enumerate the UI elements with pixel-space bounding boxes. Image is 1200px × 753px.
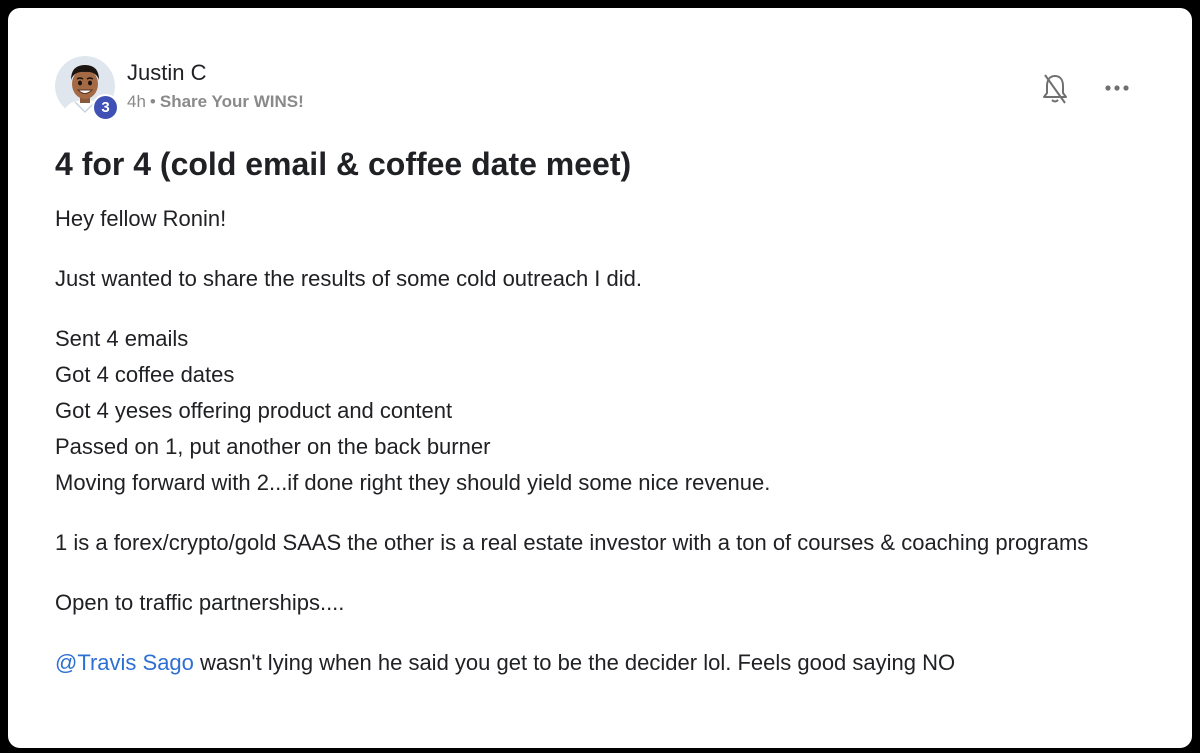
result-line: Got 4 yeses offering product and content	[55, 398, 453, 423]
closing-paragraph: @Travis Sago wasn't lying when he said y…	[55, 645, 1115, 681]
post-title: 4 for 4 (cold email & coffee date meet)	[55, 146, 632, 182]
level-badge: 3	[92, 94, 119, 121]
post-meta: 4h • Share Your WINS!	[127, 92, 304, 112]
closing-text: wasn't lying when he said you get to be …	[193, 650, 956, 675]
more-horizontal-icon[interactable]	[1100, 78, 1134, 98]
greeting-paragraph: Hey fellow Ronin!	[55, 206, 227, 231]
post-header: 3 Justin C 4h • Share Your WINS!	[55, 56, 304, 121]
intro-paragraph: Just wanted to share the results of some…	[55, 266, 642, 291]
mention-link[interactable]: @Travis Sago	[55, 650, 194, 675]
result-line: Moving forward with 2...if done right th…	[55, 470, 771, 495]
result-line: Got 4 coffee dates	[55, 362, 235, 387]
result-line: Sent 4 emails	[55, 326, 189, 351]
meta-separator: •	[149, 92, 156, 111]
partnerships-paragraph: Open to traffic partnerships....	[55, 590, 345, 615]
author-avatar[interactable]: 3	[55, 56, 119, 121]
result-line: Passed on 1, put another on the back bur…	[55, 434, 491, 459]
post-time: 4h	[127, 92, 146, 111]
post-card: 3 Justin C 4h • Share Your WINS! 4 for 4 (…	[8, 8, 1192, 748]
author-block: Justin C 4h • Share Your WINS!	[127, 60, 304, 112]
bell-off-icon[interactable]	[1040, 72, 1070, 106]
post-body: Hey fellow Ronin! Just wanted to share t…	[55, 201, 1115, 705]
post-category-link[interactable]: Share Your WINS!	[160, 92, 304, 111]
author-name[interactable]: Justin C	[127, 60, 304, 86]
details-paragraph: 1 is a forex/crypto/gold SAAS the other …	[55, 530, 1089, 555]
results-paragraph: Sent 4 emails Got 4 coffee dates Got 4 y…	[55, 321, 1115, 501]
